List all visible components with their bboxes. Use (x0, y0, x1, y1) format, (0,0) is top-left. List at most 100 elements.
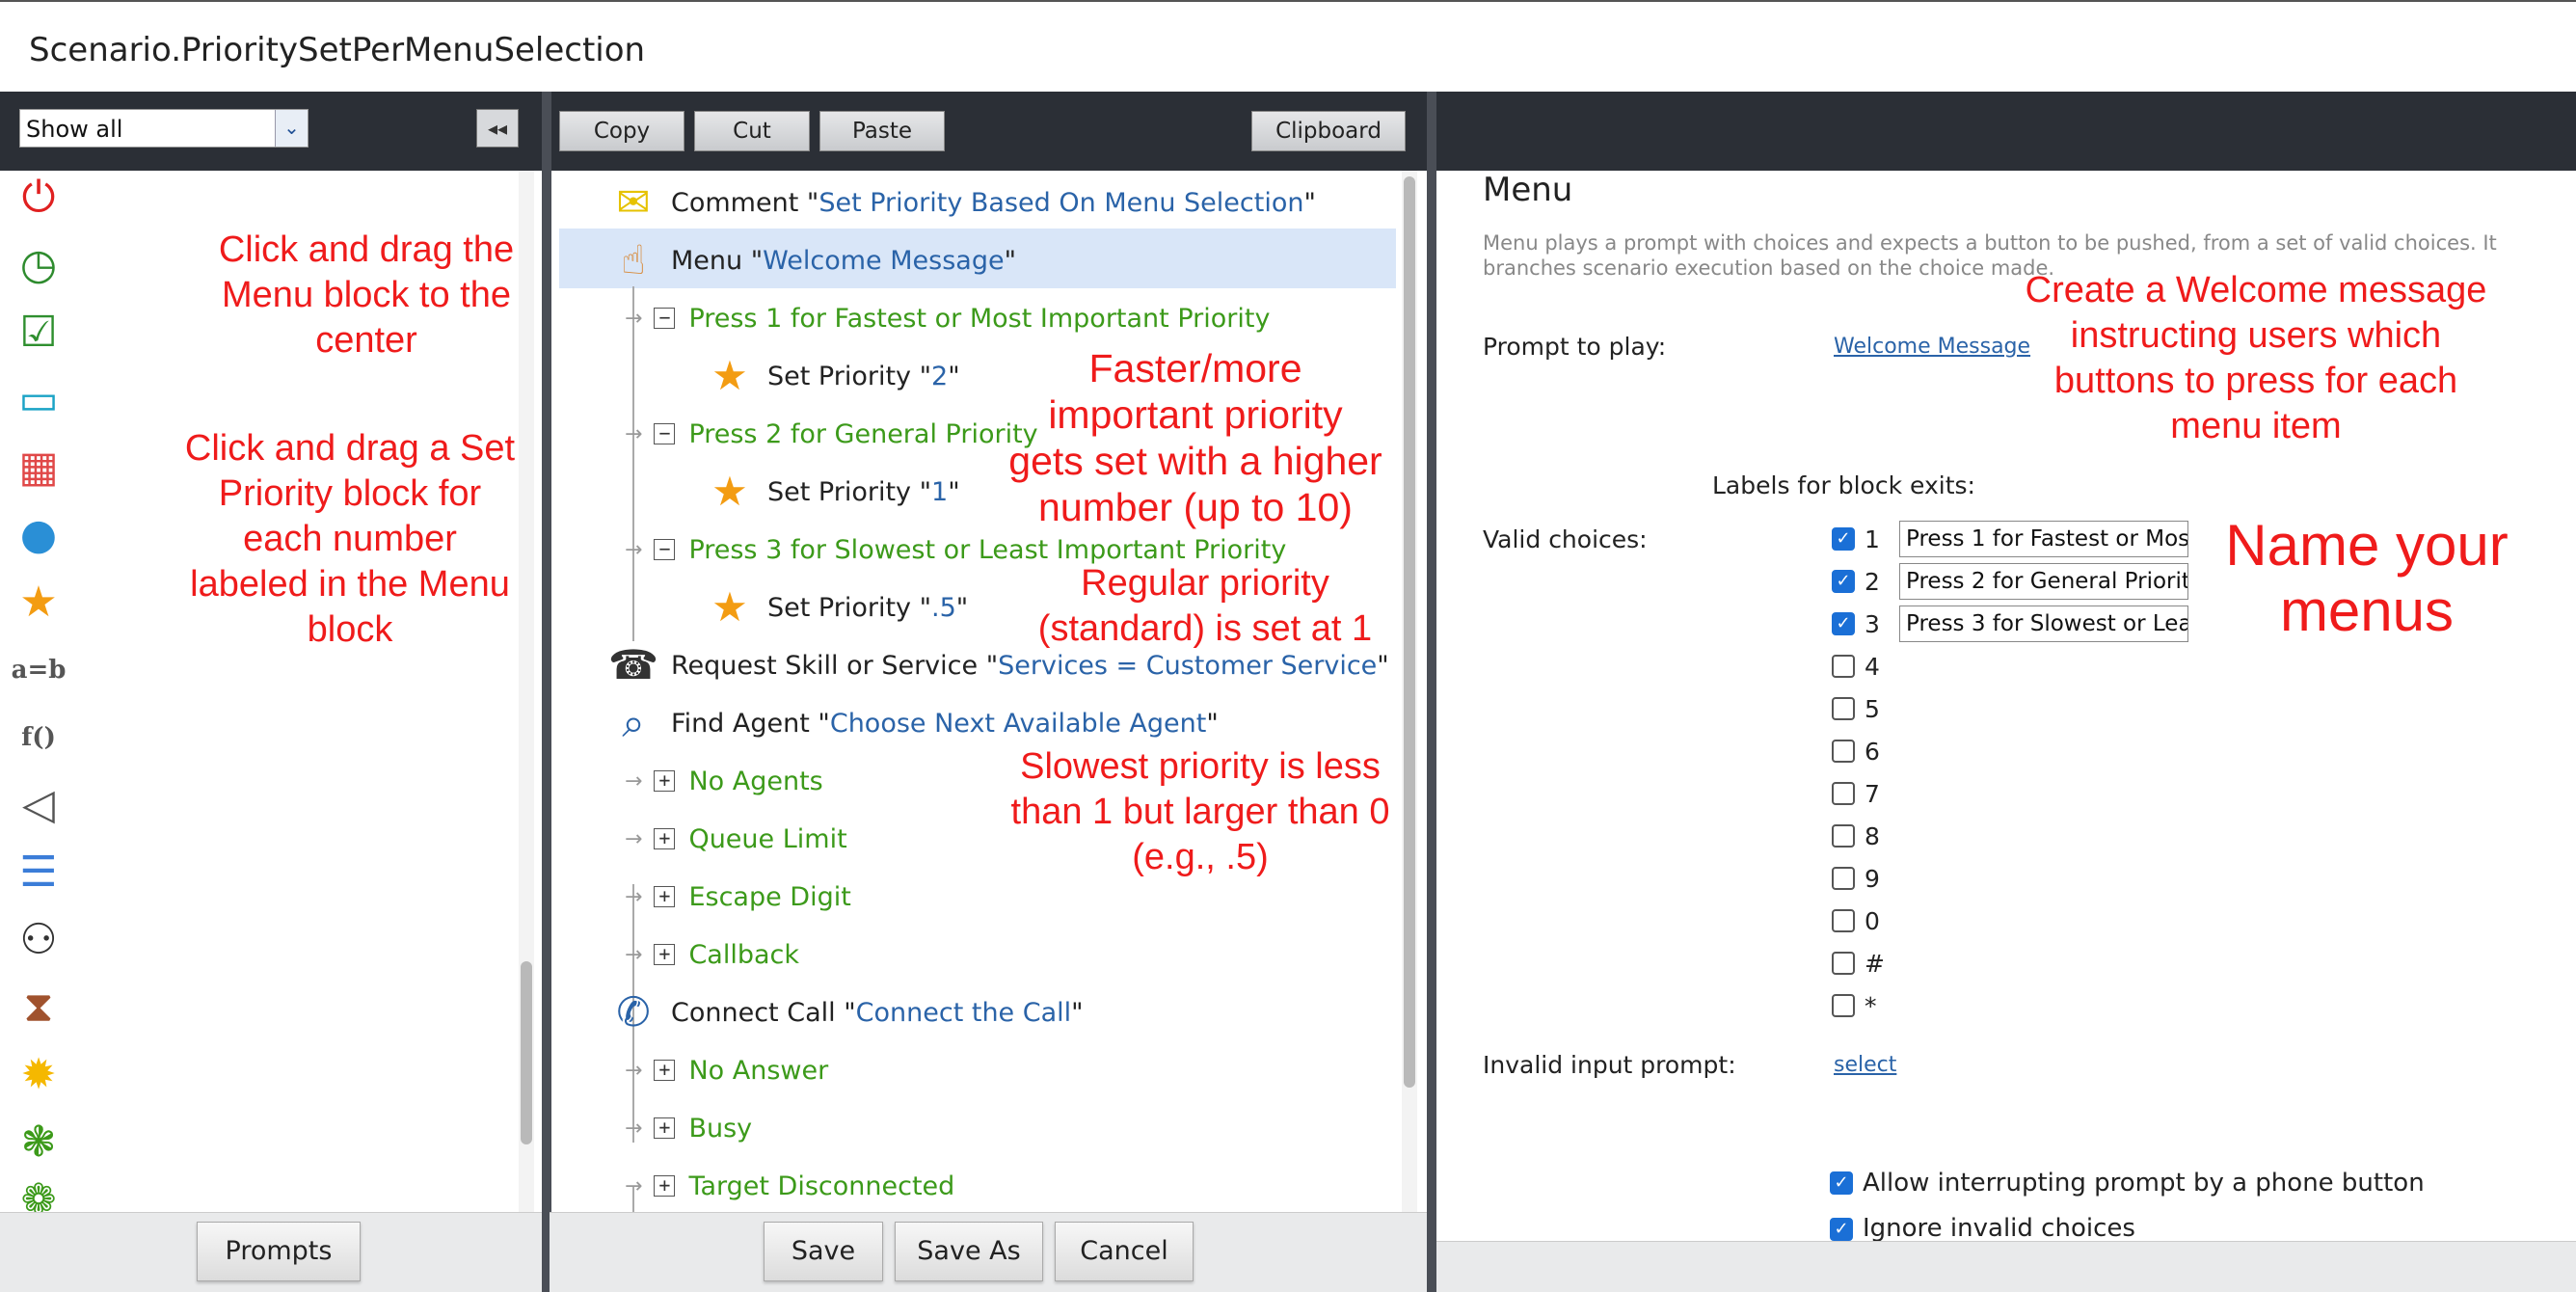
voicemail-icon[interactable]: ⚇ (12, 913, 66, 967)
connector-arrow-icon: → (625, 768, 643, 794)
collapse-icon[interactable]: − (654, 423, 676, 444)
choice-checkbox[interactable] (1832, 909, 1855, 932)
right-splitter[interactable] (1427, 92, 1436, 1292)
choice-checkbox[interactable] (1832, 655, 1855, 678)
connect-call-icon: ✆ (616, 988, 651, 1036)
choice-row[interactable]: 7 (1832, 777, 1880, 810)
palette-scroll-thumb[interactable] (521, 961, 532, 1144)
collapse-icon[interactable]: − (654, 308, 676, 329)
tree-label: Connect Call (671, 997, 836, 1028)
choice-row[interactable]: 9 (1832, 862, 1880, 895)
tree-child-node[interactable]: ★ Set Priority " 1 " (704, 466, 960, 518)
choice-key: 3 (1865, 609, 1880, 638)
tree-exit[interactable]: → + No Answer (625, 1044, 828, 1096)
cut-button[interactable]: Cut (694, 111, 810, 151)
tree-value: 2 (931, 361, 949, 391)
expand-icon[interactable]: + (654, 944, 676, 965)
choice-row[interactable]: 0 (1832, 904, 1880, 937)
tree-exit[interactable]: → + Target Disconnected (625, 1160, 954, 1212)
paste-button[interactable]: Paste (819, 111, 945, 151)
tree-child-node[interactable]: ★ Set Priority " .5 " (704, 581, 968, 633)
tree-exit[interactable]: → + Busy (625, 1102, 752, 1154)
expand-icon[interactable]: + (654, 886, 676, 907)
choice-checkbox[interactable]: ✓ (1832, 570, 1855, 593)
choice-checkbox[interactable] (1832, 867, 1855, 890)
quote-mark: " (919, 476, 932, 507)
clipboard-button[interactable]: Clipboard (1251, 111, 1406, 151)
choice-row[interactable]: 8 (1832, 820, 1880, 852)
tree-child-node[interactable]: ★ Set Priority " 2 " (704, 350, 959, 402)
choice-row[interactable]: # (1832, 947, 1885, 980)
tree-scrollbar[interactable] (1402, 171, 1417, 1212)
choice-checkbox[interactable] (1832, 824, 1855, 848)
quote-mark: " (818, 708, 830, 739)
collapse-palette-button[interactable]: ◂◂ (476, 109, 519, 148)
tree-exit[interactable]: → + No Agents (625, 755, 823, 807)
tree-node[interactable]: ⌕ Find Agent " Choose Next Available Agent… (607, 697, 1219, 749)
tree-node[interactable]: ☝ Menu " Welcome Message " (607, 234, 1016, 286)
tree-value: Choose Next Available Agent (829, 708, 1207, 739)
database-icon[interactable]: ☰ (12, 846, 66, 900)
choice-row[interactable]: 5 (1832, 692, 1880, 725)
save-as-button[interactable]: Save As (895, 1222, 1043, 1281)
function-icon[interactable]: f() (12, 711, 66, 765)
cancel-button[interactable]: Cancel (1055, 1222, 1194, 1281)
clock-icon[interactable]: ◷ (12, 238, 66, 292)
choice-row[interactable]: * (1832, 989, 1877, 1022)
tree-node[interactable]: ✆ Connect Call " Connect the Call " (607, 986, 1083, 1038)
expand-icon[interactable]: + (654, 1175, 676, 1197)
star-icon[interactable]: ★ (12, 576, 66, 630)
collapse-icon[interactable]: − (654, 539, 676, 560)
allow-interrupt-option[interactable]: ✓ Allow interrupting prompt by a phone b… (1830, 1167, 2425, 1199)
invalid-input-link[interactable]: select (1834, 1053, 1896, 1077)
chevron-down-icon[interactable]: ⌄ (275, 110, 308, 147)
assign-icon[interactable]: a=b (12, 643, 67, 697)
tree-value: Services = Customer Service (998, 650, 1378, 681)
palette-filter-select[interactable]: Show all ⌄ (19, 109, 309, 148)
choice-checkbox[interactable]: ✓ (1832, 612, 1855, 635)
choice-row[interactable]: ✓ 3 (1832, 607, 1880, 640)
choice-row[interactable]: 6 (1832, 735, 1880, 767)
choice-label-input[interactable]: Press 1 for Fastest or Most Important Pr… (1899, 521, 2188, 557)
connector-arrow-icon: → (625, 826, 643, 851)
choice-label-input[interactable]: Press 2 for General Priority (1899, 563, 2188, 600)
choice-row[interactable]: ✓ 1 (1832, 523, 1880, 555)
folder-check-icon[interactable]: ☑ (12, 306, 66, 360)
gear-cycle-icon[interactable]: ❃ (12, 1116, 66, 1170)
tree-exit[interactable]: → − Press 1 for Fastest or Most Important … (625, 292, 1270, 344)
chart-icon[interactable]: ▦ (12, 441, 66, 495)
expand-icon[interactable]: + (654, 1060, 676, 1081)
ignore-invalid-checkbox[interactable]: ✓ (1830, 1218, 1853, 1241)
ignore-invalid-label: Ignore invalid choices (1863, 1214, 2135, 1241)
tree-exit[interactable]: → + Queue Limit (625, 813, 847, 865)
choice-checkbox[interactable] (1832, 740, 1855, 763)
tree-exit[interactable]: → + Callback (625, 929, 799, 981)
labels-header: Labels for block exits: (1712, 471, 1975, 499)
choice-row[interactable]: ✓ 2 (1832, 565, 1880, 598)
tree-exit[interactable]: → + Escape Digit (625, 871, 851, 923)
prompts-button[interactable]: Prompts (197, 1222, 361, 1281)
save-button[interactable]: Save (764, 1222, 883, 1281)
tree-node[interactable]: ✉ Comment " Set Priority Based On Menu Sel… (607, 176, 1316, 229)
allow-interrupt-checkbox[interactable]: ✓ (1830, 1171, 1853, 1195)
ignore-invalid-option[interactable]: ✓ Ignore invalid choices (1830, 1212, 2135, 1241)
tree-scroll-thumb[interactable] (1404, 176, 1415, 1088)
choice-checkbox[interactable] (1832, 782, 1855, 805)
expand-icon[interactable]: + (654, 770, 676, 792)
input-field-icon[interactable]: ▭ (12, 373, 66, 427)
choice-checkbox[interactable] (1832, 994, 1855, 1017)
expand-icon[interactable]: + (654, 1117, 676, 1139)
expand-icon[interactable]: + (654, 828, 676, 849)
choice-label-input[interactable]: Press 3 for Slowest or Least Important P… (1899, 606, 2188, 642)
globe-icon[interactable]: ● (12, 508, 66, 562)
quote-mark: " (948, 476, 960, 507)
power-icon[interactable]: ⏻ (12, 171, 66, 225)
hourglass-icon[interactable]: ⧗ (12, 981, 66, 1035)
copy-button[interactable]: Copy (559, 111, 684, 151)
choice-checkbox[interactable] (1832, 952, 1855, 975)
choice-checkbox[interactable] (1832, 697, 1855, 720)
choice-checkbox[interactable]: ✓ (1832, 527, 1855, 551)
choice-row[interactable]: 4 (1832, 650, 1880, 683)
mute-icon[interactable]: ◁ (12, 778, 66, 832)
sun-icon[interactable]: ✹ (12, 1048, 66, 1102)
